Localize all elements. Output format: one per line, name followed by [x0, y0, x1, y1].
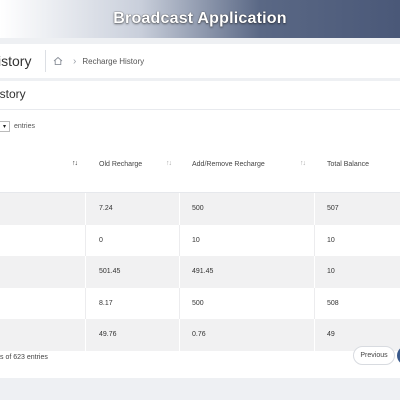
cell-add-remove: 500: [192, 299, 204, 307]
app-title: Broadcast Application: [113, 10, 287, 27]
table-row: 8.17 500 508: [0, 287, 400, 319]
table-header: ↑↓ Old Recharge ↑↓ Add/Remove Recharge ↑…: [0, 147, 400, 193]
recharge-table: ↑↓ Old Recharge ↑↓ Add/Remove Recharge ↑…: [0, 147, 400, 351]
cell-total-balance: 10: [327, 268, 335, 276]
column-header-total-balance[interactable]: Total Balance: [327, 161, 369, 168]
breadcrumb-current[interactable]: Recharge History: [82, 57, 144, 66]
cell-old-recharge: 49.76: [99, 331, 117, 339]
cell-old-recharge: 501.45: [99, 268, 121, 276]
page-header: istory › Recharge History: [0, 44, 400, 78]
card-divider: [0, 109, 400, 110]
cell-old-recharge: 7.24: [99, 205, 113, 213]
cell-old-recharge: 0: [99, 236, 103, 244]
sort-active-icon[interactable]: ↑↓: [72, 160, 78, 167]
cell-total-balance: 10: [327, 236, 335, 244]
cell-total-balance: 507: [327, 205, 339, 213]
cell-add-remove: 0.76: [192, 331, 206, 339]
table-row: 0 10 10: [0, 224, 400, 256]
column-header-add-remove-recharge[interactable]: Add/Remove Recharge: [192, 161, 265, 168]
cell-total-balance: 49: [327, 331, 335, 339]
home-icon[interactable]: [53, 54, 67, 68]
cell-old-recharge: 8.17: [99, 299, 113, 307]
chevron-right-icon: ›: [73, 55, 77, 67]
cell-total-balance: 508: [327, 299, 339, 307]
sort-icon[interactable]: ↑↓: [300, 160, 306, 167]
caret-down-icon: ▾: [2, 124, 6, 130]
table-row: 49.76 0.76 49: [0, 319, 400, 351]
sort-icon[interactable]: ↑↓: [166, 160, 172, 167]
cell-add-remove: 491.45: [192, 268, 214, 276]
recharge-history-card: istory ▾ entries ↑↓ Old Recharge ↑↓ Add/…: [0, 81, 400, 378]
entries-label: entries: [14, 123, 36, 130]
page-title: istory: [0, 53, 32, 69]
table-row: 501.45 491.45 10: [0, 256, 400, 288]
cell-add-remove: 10: [192, 236, 200, 244]
header-divider: [45, 50, 46, 72]
table-row: 7.24 500 507: [0, 193, 400, 225]
entries-select[interactable]: ▾: [0, 121, 10, 132]
entries-length-control: ▾ entries: [0, 121, 35, 132]
previous-page-button[interactable]: Previous: [353, 346, 395, 365]
app-banner: Broadcast Application: [0, 0, 400, 38]
column-header-old-recharge[interactable]: Old Recharge: [99, 161, 142, 168]
card-title: istory: [0, 87, 26, 101]
table-info: s of 623 entries: [0, 354, 48, 361]
cell-add-remove: 500: [192, 205, 204, 213]
